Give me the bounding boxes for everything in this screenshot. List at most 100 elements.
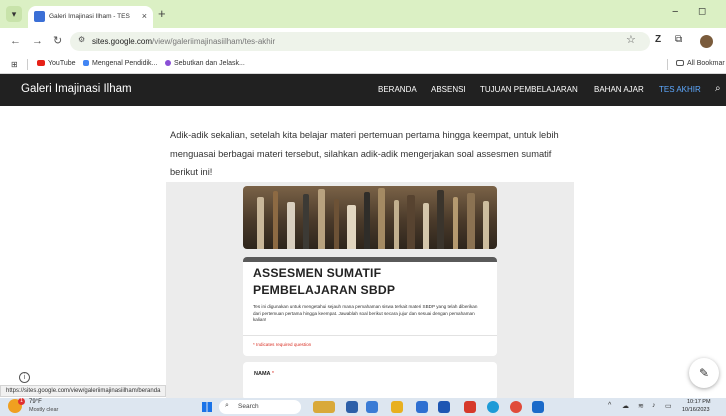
nav-absensi[interactable]: ABSENSI — [431, 85, 466, 94]
word-icon[interactable] — [438, 401, 450, 413]
nav-beranda[interactable]: BERANDA — [378, 85, 417, 94]
search-icon[interactable]: ⌕ — [715, 83, 721, 94]
star-icon[interactable]: ☆ — [626, 33, 636, 46]
browser-tab-strip: ▾ Galeri Imajinasi Ilham - TES AKH × + −… — [0, 0, 726, 28]
brush-shape — [394, 200, 399, 249]
brush-shape — [453, 197, 458, 249]
apps-grid-icon[interactable]: ⊞ — [11, 60, 18, 69]
brush-shape — [347, 205, 356, 249]
battery-icon[interactable]: ▭ — [665, 402, 672, 410]
browser-toolbar: ← → ↻ ⚙ sites.google.com/view/galeriimaj… — [0, 28, 726, 55]
tab-close-button[interactable]: × — [142, 10, 147, 22]
form-title: ASSESMEN SUMATIF PEMBELAJARAN SBDP — [253, 266, 396, 297]
weather-description: Mostly clear — [29, 407, 59, 413]
brush-shape — [437, 190, 444, 249]
youtube-icon — [37, 60, 45, 67]
store-icon[interactable] — [416, 401, 428, 413]
brush-shape — [287, 202, 295, 249]
brush-shape — [378, 188, 385, 249]
site-info-icon[interactable]: ⚙ — [78, 35, 85, 44]
bookmark-sebutkan[interactable]: Sebutkan dan Jelask... — [165, 59, 245, 69]
bookmark-label: Mengenal Pendidik... — [92, 60, 158, 67]
all-bookmarks-button[interactable]: All Bookmar — [676, 59, 725, 69]
nav-bahan-ajar[interactable]: BAHAN AJAR — [594, 85, 644, 94]
app-icon[interactable] — [532, 401, 544, 413]
clock-time[interactable]: 10:17 PM — [687, 399, 711, 405]
screen: ▾ Galeri Imajinasi Ilham - TES AKH × + −… — [0, 0, 726, 416]
new-tab-button[interactable]: + — [158, 7, 166, 21]
form-description: Tes ini digunakan untuk mengetahui sejau… — [253, 304, 478, 323]
extension-z-icon[interactable]: Z — [655, 34, 661, 45]
nav-tes-akhir[interactable]: TES AKHIR — [659, 85, 701, 94]
taskbar-search-label: Search — [238, 403, 259, 410]
brush-shape — [407, 195, 415, 249]
task-view-icon[interactable] — [346, 401, 358, 413]
brush-shape — [423, 203, 429, 249]
taskbar-search[interactable]: ⌕ Search — [219, 400, 301, 414]
bookmark-separator — [27, 59, 28, 70]
folder-icon[interactable] — [391, 401, 403, 413]
volume-icon[interactable]: ♪ — [652, 402, 656, 409]
extensions-icon[interactable]: ⧉ — [675, 34, 682, 45]
url-path: /view/galeriimajinasiilham/tes-akhir — [152, 37, 276, 46]
globe-icon — [165, 60, 171, 67]
brush-shape — [483, 201, 489, 249]
site-favicon-icon — [34, 11, 45, 22]
bookmark-label: Sebutkan dan Jelask... — [174, 60, 245, 67]
profile-avatar[interactable] — [700, 35, 713, 48]
wifi-icon[interactable]: ≋ — [638, 402, 644, 410]
chevron-up-icon[interactable]: ^ — [608, 402, 611, 409]
file-explorer-icon[interactable] — [366, 401, 378, 413]
browser-tab[interactable]: Galeri Imajinasi Ilham - TES AKH × — [28, 6, 153, 28]
bookmarks-bar: ⊞ YouTube Mengenal Pendidik... Sebutkan … — [0, 55, 726, 74]
url-text: sites.google.com/view/galeriimajinasiilh… — [92, 36, 275, 47]
taskbar: 1 79°F Mostly clear ⌕ Search ^ ☁ ≋ ♪ ▭ 1… — [0, 398, 726, 416]
brush-shape — [467, 193, 475, 249]
windows-start-icon[interactable] — [202, 402, 212, 412]
maximize-button[interactable]: ◻ — [698, 6, 706, 17]
folder-icon — [676, 60, 684, 67]
forward-arrow-icon[interactable]: → — [32, 35, 43, 47]
bookmark-separator — [667, 59, 668, 70]
bookmark-label: YouTube — [48, 60, 76, 67]
back-arrow-icon[interactable]: ← — [10, 35, 21, 47]
notification-badge: 1 — [18, 398, 25, 405]
tab-search-button[interactable]: ▾ — [6, 6, 22, 22]
form-header-image — [243, 186, 497, 249]
card-divider — [243, 335, 497, 336]
weather-temperature: 79°F — [29, 399, 42, 405]
clock-date[interactable]: 10/16/2023 — [682, 407, 710, 413]
bookmark-youtube[interactable]: YouTube — [37, 59, 76, 69]
edit-pencil-icon[interactable]: ✎ — [689, 358, 719, 388]
nav-tujuan-pembelajaran[interactable]: TUJUAN PEMBELAJARAN — [480, 85, 578, 94]
brush-shape — [303, 194, 309, 249]
required-note: * Indicates required question — [253, 342, 312, 347]
search-icon: ⌕ — [225, 402, 229, 409]
cloud-icon[interactable]: ☁ — [622, 402, 629, 410]
app-icon[interactable] — [464, 401, 476, 413]
widgets-icon[interactable] — [313, 401, 335, 413]
minimize-button[interactable]: − — [672, 6, 678, 18]
edge-icon[interactable] — [487, 401, 499, 413]
brush-shape — [273, 191, 278, 249]
bookmark-mengenal-pendidik[interactable]: Mengenal Pendidik... — [83, 59, 157, 69]
brush-shape — [334, 199, 339, 249]
brush-shape — [318, 189, 325, 249]
question-label-text: NAMA — [254, 371, 271, 377]
site-title[interactable]: Galeri Imajinasi Ilham — [21, 83, 132, 95]
question-label: NAMA * — [254, 371, 274, 377]
intro-paragraph: Adik-adik sekalian, setelah kita belajar… — [170, 130, 559, 177]
tab-title: Galeri Imajinasi Ilham - TES AKH — [49, 13, 131, 20]
brush-shape — [257, 197, 264, 249]
google-icon — [83, 60, 89, 67]
question-card-nama[interactable]: NAMA * — [243, 362, 497, 400]
address-bar[interactable]: ⚙ sites.google.com/view/galeriimajinasii… — [70, 32, 650, 51]
chrome-icon[interactable] — [510, 401, 522, 413]
url-host: sites.google.com — [92, 37, 153, 46]
form-title-card: ASSESMEN SUMATIF PEMBELAJARAN SBDP Tes i… — [243, 257, 497, 356]
site-header: Galeri Imajinasi Ilham BERANDA ABSENSI T… — [0, 74, 726, 106]
status-bar-url: https://sites.google.com/view/galeriimaj… — [0, 385, 167, 397]
reload-icon[interactable]: ↻ — [53, 35, 62, 47]
brush-shape — [364, 192, 370, 249]
info-icon[interactable]: i — [19, 372, 30, 383]
